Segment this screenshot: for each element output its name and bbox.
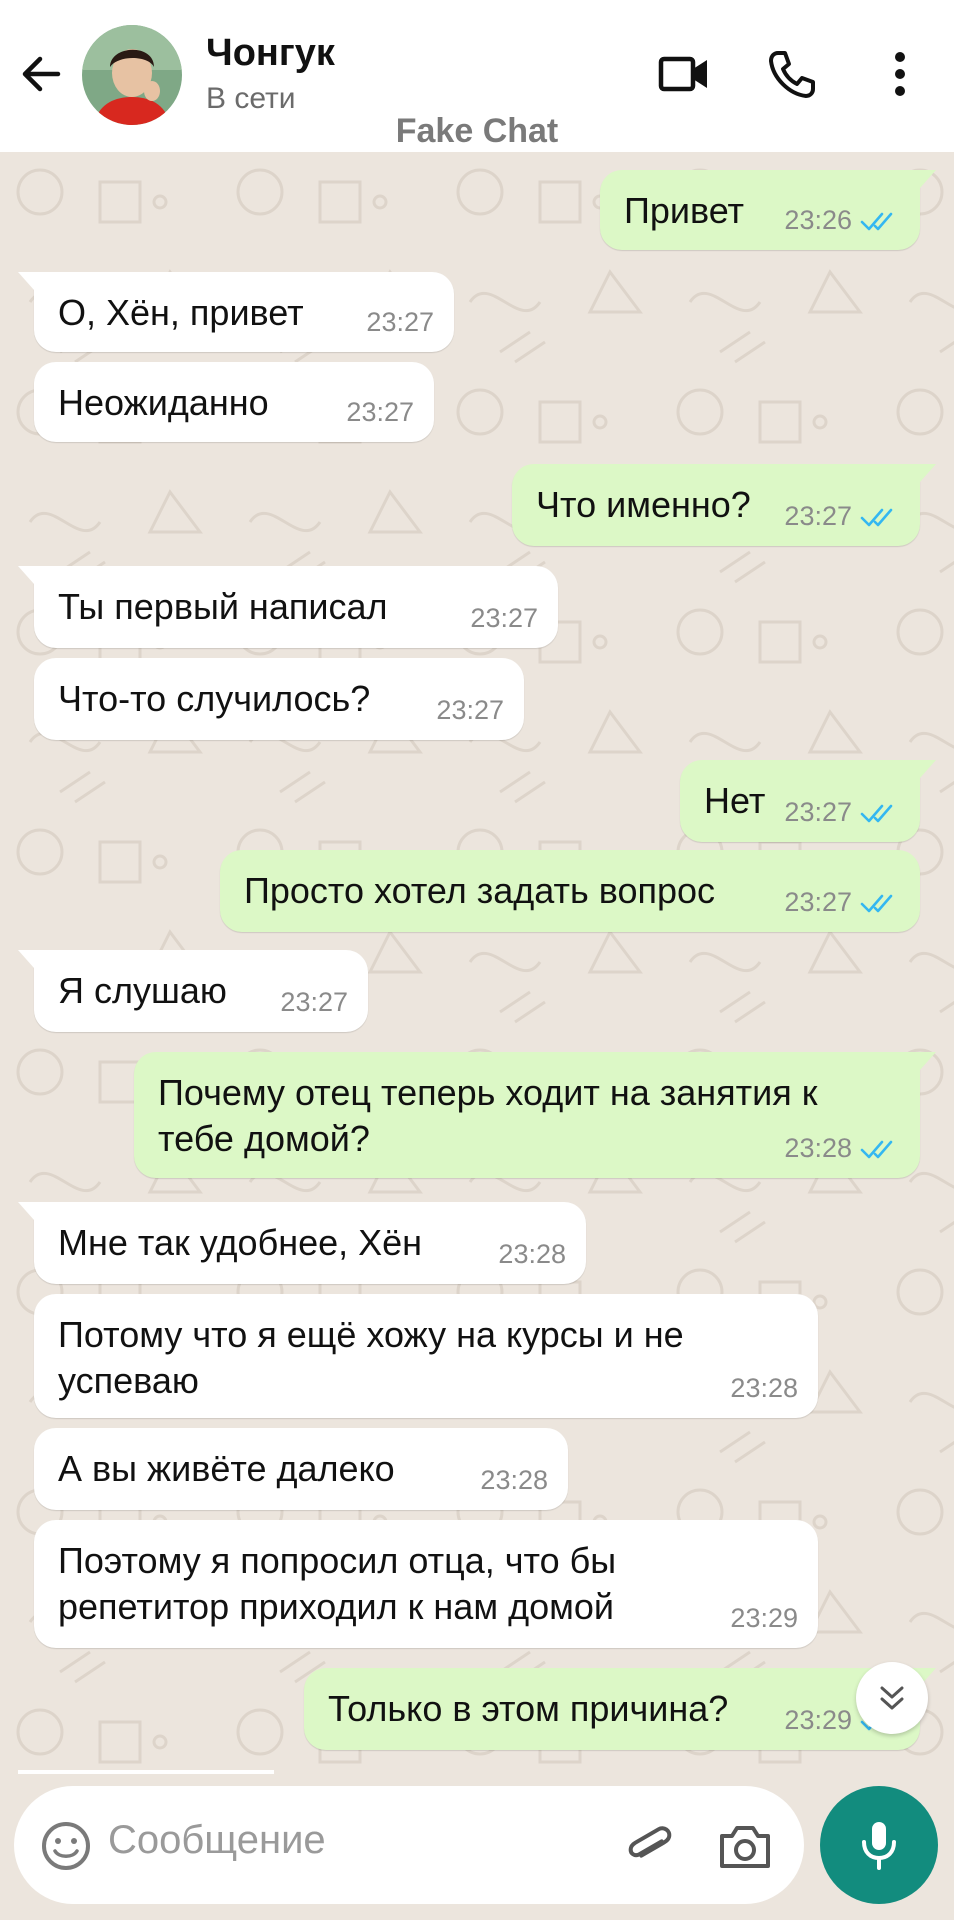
message-list[interactable]: Привет 23:26 О, Хён, привет 23:27 Неожид… xyxy=(0,152,954,1772)
message-input-bar[interactable]: Сообщение xyxy=(14,1786,804,1904)
read-ticks-icon xyxy=(860,508,893,526)
message-meta: 23:28 xyxy=(784,1133,900,1164)
double-chevron-down-icon xyxy=(880,1686,904,1710)
bubble-tail xyxy=(920,464,936,482)
message-bubble-outgoing[interactable]: Нет 23:27 xyxy=(680,760,936,842)
bubble-tail xyxy=(920,1052,936,1070)
message-bubble-incoming[interactable]: А вы живёте далеко 23:28 xyxy=(34,1428,568,1510)
message-meta: 23:27 xyxy=(784,797,900,828)
avatar[interactable] xyxy=(82,25,182,125)
message-meta: 23:27 xyxy=(784,887,900,918)
message-bubble-outgoing[interactable]: Почему отец теперь ходит на занятия к те… xyxy=(134,1052,936,1178)
message-meta: 23:26 xyxy=(784,205,900,236)
message-bubble-incoming[interactable]: Мне так удобнее, Хён 23:28 xyxy=(18,1202,586,1284)
message-input[interactable]: Сообщение xyxy=(108,1818,326,1863)
message-bubble-incoming[interactable]: Ты первый написал 23:27 xyxy=(18,566,558,648)
message-bubble-outgoing[interactable]: Привет 23:26 xyxy=(600,170,936,250)
message-meta: 23:27 xyxy=(280,987,348,1018)
mic-icon xyxy=(862,1822,896,1870)
message-time: 23:27 xyxy=(470,603,538,633)
message-bubble-outgoing[interactable]: Просто хотел задать вопрос 23:27 xyxy=(220,850,920,932)
back-arrow-icon[interactable] xyxy=(14,44,74,104)
bubble-tail xyxy=(18,272,34,290)
message-bubble-outgoing[interactable]: Только в этом причина? 23:29 xyxy=(304,1668,936,1750)
contact-name[interactable]: Чонгук xyxy=(206,32,335,75)
message-time: 23:27 xyxy=(280,987,348,1017)
message-text: Почему отец теперь ходит на занятия к те… xyxy=(158,1072,818,1159)
message-meta: 23:28 xyxy=(480,1465,548,1496)
message-bubble-outgoing[interactable]: Что именно? 23:27 xyxy=(512,464,936,546)
message-meta: 23:27 xyxy=(366,307,434,338)
message-time: 23:28 xyxy=(498,1239,566,1269)
phone-icon[interactable] xyxy=(762,44,822,104)
watermark: Fake Chat xyxy=(395,112,559,150)
scroll-to-bottom-button[interactable] xyxy=(856,1662,928,1734)
read-ticks-icon xyxy=(860,894,893,912)
message-time: 23:27 xyxy=(346,397,414,427)
message-meta: 23:27 xyxy=(784,501,900,532)
message-meta: 23:28 xyxy=(498,1239,566,1270)
message-time: 23:26 xyxy=(784,205,852,235)
mic-button[interactable] xyxy=(820,1786,938,1904)
message-time: 23:27 xyxy=(784,501,852,531)
message-meta: 23:27 xyxy=(470,603,538,634)
message-bubble-incoming[interactable]: Поэтому я попросил отца, что бы репетито… xyxy=(34,1520,818,1648)
message-text: Что-то случилось? xyxy=(58,678,371,719)
more-vert-icon[interactable] xyxy=(870,44,930,104)
message-text: Мне так удобнее, Хён xyxy=(58,1222,423,1263)
message-bubble-incoming[interactable]: Неожиданно 23:27 xyxy=(34,362,434,442)
message-meta: 23:27 xyxy=(346,397,414,428)
message-text: А вы живёте далеко xyxy=(58,1448,395,1489)
message-text: Поэтому я попросил отца, что бы репетито… xyxy=(58,1540,617,1627)
camera-icon[interactable] xyxy=(716,1818,774,1874)
bubble-tail xyxy=(18,566,34,584)
read-ticks-icon xyxy=(860,212,893,230)
message-text: Ты первый написал xyxy=(58,586,388,627)
message-time: 23:29 xyxy=(730,1603,798,1633)
message-bubble-incoming[interactable]: Что-то случилось? 23:27 xyxy=(34,658,524,740)
message-time: 23:29 xyxy=(784,1705,852,1735)
message-time: 23:27 xyxy=(366,307,434,337)
bubble-tail xyxy=(18,1202,34,1220)
message-time: 23:27 xyxy=(436,695,504,725)
read-ticks-icon xyxy=(860,804,893,822)
message-bubble-incoming[interactable]: Я слушаю 23:27 xyxy=(18,950,368,1032)
attach-icon[interactable] xyxy=(620,1818,676,1874)
message-meta: 23:27 xyxy=(436,695,504,726)
message-time: 23:27 xyxy=(784,797,852,827)
message-meta: 23:28 xyxy=(730,1373,798,1404)
divider xyxy=(18,1770,274,1774)
bubble-tail xyxy=(920,760,936,778)
message-time: 23:28 xyxy=(480,1465,548,1495)
message-text: Потому что я ещё хожу на курсы и не успе… xyxy=(58,1314,684,1401)
message-bubble-incoming[interactable]: О, Хён, привет 23:27 xyxy=(18,272,454,352)
contact-status: В сети xyxy=(206,82,296,115)
message-bubble-incoming[interactable]: Потому что я ещё хожу на курсы и не успе… xyxy=(34,1294,818,1418)
message-meta: 23:29 xyxy=(730,1603,798,1634)
message-time: 23:28 xyxy=(784,1133,852,1163)
message-time: 23:28 xyxy=(730,1373,798,1403)
message-time: 23:27 xyxy=(784,887,852,917)
read-ticks-icon xyxy=(860,1140,893,1158)
bubble-tail xyxy=(18,950,34,968)
emoji-icon[interactable] xyxy=(40,1820,92,1872)
video-call-icon[interactable] xyxy=(655,44,715,104)
bubble-tail xyxy=(920,170,936,188)
